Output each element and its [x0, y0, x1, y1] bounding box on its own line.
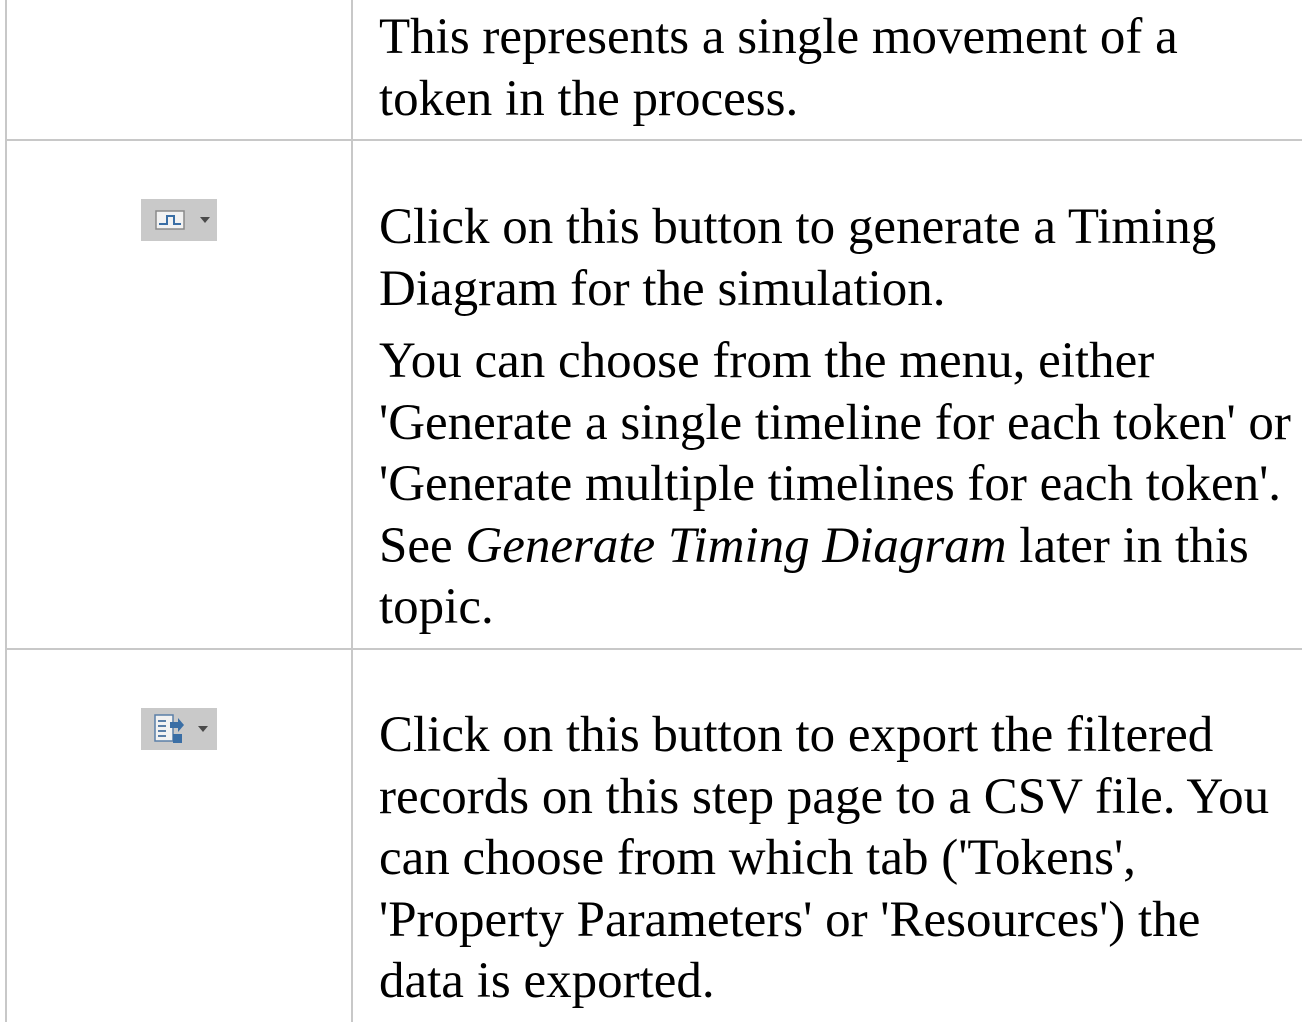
- timing-diagram-icon: [155, 209, 185, 231]
- table-row: Click on this button to generate a Timin…: [5, 141, 1302, 648]
- toolbar-help-table: This represents a single movement of a t…: [5, 0, 1302, 1022]
- row-description: Click on this button to generate a Timin…: [379, 197, 1294, 639]
- table-row: This represents a single movement of a t…: [5, 0, 1302, 139]
- row-description: This represents a single movement of a t…: [379, 7, 1294, 130]
- export-csv-icon: [153, 713, 185, 745]
- description-text: You can choose from the menu, either 'Ge…: [379, 331, 1294, 639]
- chevron-down-icon[interactable]: [197, 725, 209, 733]
- description-text: Click on this button to export the filte…: [379, 707, 1270, 1009]
- timing-diagram-button[interactable]: [141, 199, 217, 241]
- table-row: Click on this button to export the filte…: [5, 650, 1302, 1022]
- cross-reference-link: Generate Timing Diagram: [465, 517, 1007, 574]
- row-description: Click on this button to export the filte…: [379, 705, 1294, 1013]
- description-text: This represents a single movement of a t…: [379, 9, 1178, 127]
- description-text: Click on this button to generate a Timin…: [379, 199, 1217, 317]
- chevron-down-icon[interactable]: [199, 216, 211, 224]
- export-csv-button[interactable]: [141, 708, 217, 750]
